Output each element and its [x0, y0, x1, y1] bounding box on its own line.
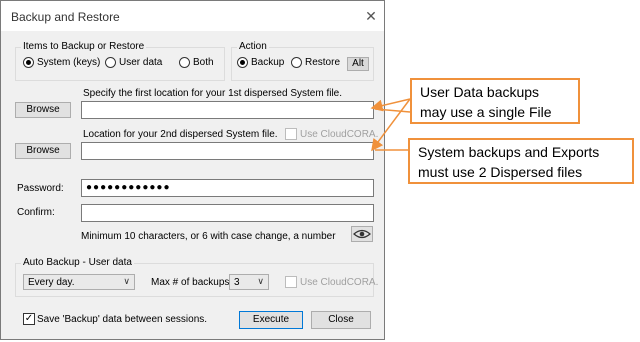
user-data-callout: User Data backups may use a single File — [410, 78, 580, 124]
callout-line: User Data backups — [420, 84, 540, 100]
callout-line: must use 2 Dispersed files — [418, 164, 583, 180]
system-backup-callout: System backups and Exports must use 2 Di… — [408, 138, 634, 184]
arrow-from-user-data-callout — [374, 108, 411, 113]
callout-line: may use a single File — [420, 104, 552, 120]
callout-line: System backups and Exports — [418, 144, 600, 160]
